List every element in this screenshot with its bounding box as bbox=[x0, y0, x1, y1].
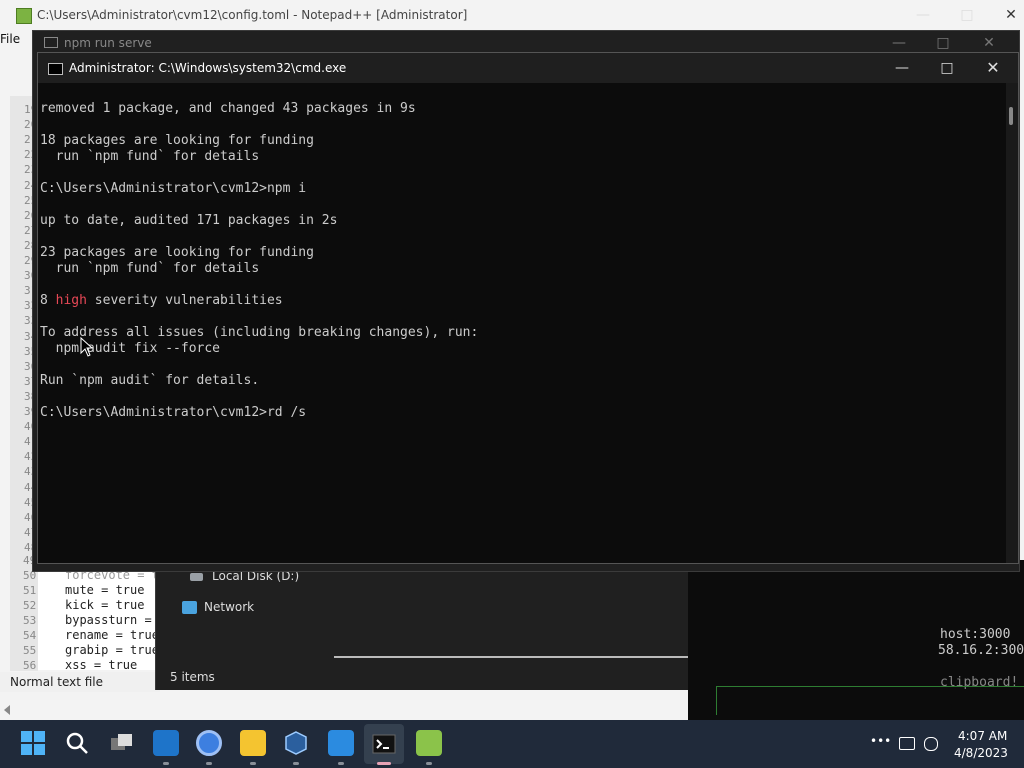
scroll-left-icon[interactable] bbox=[4, 705, 10, 715]
item-count: 5 items bbox=[170, 670, 215, 684]
cmd-line: run `npm fund` for details bbox=[40, 261, 260, 276]
clock-time[interactable]: 4:07 AM bbox=[958, 729, 1007, 743]
code-line-number: 55 bbox=[23, 644, 37, 657]
cmd-title: Administrator: C:\Windows\system32\cmd.e… bbox=[69, 61, 347, 75]
cmd-line: 23 packages are looking for funding bbox=[40, 245, 314, 260]
notepadpp-minimize-button[interactable]: — bbox=[900, 0, 946, 30]
network-icon bbox=[182, 601, 197, 614]
notepadpp-title: C:\Users\Administrator\cvm12\config.toml… bbox=[37, 8, 468, 22]
code-line-number: 53 bbox=[23, 614, 37, 627]
running-indicator bbox=[426, 762, 432, 765]
file-explorer-icon[interactable] bbox=[240, 730, 266, 756]
start-icon[interactable] bbox=[20, 730, 46, 756]
console-line: host:3000 bbox=[940, 627, 1011, 642]
virtualbox-icon[interactable] bbox=[283, 730, 309, 756]
cmd-line: C:\Users\Administrator\cvm12>npm i bbox=[40, 181, 307, 196]
code-line: rename = true bbox=[65, 628, 159, 642]
terminal-taskbar-button[interactable] bbox=[364, 724, 404, 764]
cmd-line: 8 high severity vulnerabilities bbox=[40, 293, 283, 309]
overflow-icon[interactable]: ••• bbox=[870, 734, 891, 748]
running-indicator bbox=[293, 762, 299, 765]
running-indicator bbox=[338, 762, 344, 765]
task-view-icon[interactable] bbox=[109, 730, 135, 756]
file-type-label: Normal text file bbox=[10, 675, 104, 689]
drive-icon bbox=[190, 573, 203, 581]
cmd-titlebar[interactable]: Administrator: C:\Windows\system32\cmd.e… bbox=[38, 53, 1018, 83]
code-line-number: 52 bbox=[23, 599, 37, 612]
code-line-number: 54 bbox=[23, 629, 37, 642]
search-icon[interactable] bbox=[64, 730, 90, 756]
chrome-icon[interactable] bbox=[196, 730, 222, 756]
cmd-maximize-button[interactable]: □ bbox=[924, 53, 970, 83]
code-line: mute = true bbox=[65, 583, 145, 597]
cmd-output[interactable]: removed 1 package, and changed 43 packag… bbox=[38, 83, 1006, 563]
code-line-number: 51 bbox=[23, 584, 37, 597]
cmd-close-button[interactable]: ✕ bbox=[970, 53, 1016, 83]
cmd-scrollbar[interactable] bbox=[1006, 83, 1018, 563]
active-indicator bbox=[377, 762, 391, 765]
cmd-line: 18 packages are looking for funding bbox=[40, 133, 314, 148]
cmd-line: C:\Users\Administrator\cvm12>rd /s bbox=[40, 405, 307, 420]
running-indicator bbox=[163, 762, 169, 765]
running-indicator bbox=[250, 762, 256, 765]
taskbar: ••• 4:07 AM 4/8/2023 bbox=[0, 720, 1024, 768]
cmd-line: npm audit fix --force bbox=[40, 341, 221, 356]
clock-date[interactable]: 4/8/2023 bbox=[954, 746, 1008, 760]
cmd-line: Run `npm audit` for details. bbox=[40, 373, 260, 388]
cmd-line-text: severity vulnerabilities bbox=[86, 293, 283, 308]
terminal-icon bbox=[372, 734, 396, 754]
notepadpp-horizontal-scrollbar[interactable] bbox=[0, 700, 688, 720]
cmd-line: run `npm fund` for details bbox=[40, 149, 260, 164]
remote-desktop-icon[interactable] bbox=[328, 730, 354, 756]
background-console: host:3000 58.16.2:300 clipboard! bbox=[688, 560, 1024, 720]
notepadpp-statusbar: Normal text file bbox=[0, 672, 160, 692]
code-line: kick = true bbox=[65, 598, 145, 612]
cmd-line: To address all issues (including breakin… bbox=[40, 325, 479, 340]
notepadpp-icon bbox=[16, 8, 32, 24]
notepadpp-titlebar[interactable]: C:\Users\Administrator\cvm12\config.toml… bbox=[0, 0, 1024, 32]
display-icon[interactable] bbox=[899, 737, 915, 750]
code-line: bypassturn = bbox=[65, 613, 152, 627]
vscode-icon[interactable] bbox=[153, 730, 179, 756]
notepadpp-maximize-button[interactable]: □ bbox=[944, 0, 990, 30]
cmd-line: removed 1 package, and changed 43 packag… bbox=[40, 101, 416, 116]
notepadpp-close-button[interactable]: ✕ bbox=[988, 0, 1024, 30]
cmd-icon bbox=[48, 63, 63, 75]
console-line: 58.16.2:300 bbox=[938, 643, 1024, 658]
terminal-icon bbox=[44, 37, 58, 48]
running-indicator bbox=[206, 762, 212, 765]
cmd-line: up to date, audited 171 packages in 2s bbox=[40, 213, 338, 228]
code-line-number: 56 bbox=[23, 659, 37, 672]
code-line: grabip = true bbox=[65, 643, 159, 657]
code-line: xss = true bbox=[65, 658, 138, 672]
console-border bbox=[716, 686, 1024, 715]
cmd-minimize-button[interactable]: — bbox=[879, 53, 925, 83]
nav-item-label: Network bbox=[204, 600, 255, 614]
npm-serve-title: npm run serve bbox=[64, 36, 152, 50]
severity-highlight: high bbox=[55, 293, 87, 308]
notepadpp-icon[interactable] bbox=[416, 730, 442, 756]
network-status-icon[interactable] bbox=[924, 737, 938, 751]
cmd-scroll-thumb[interactable] bbox=[1009, 107, 1013, 125]
cmd-window: Administrator: C:\Windows\system32\cmd.e… bbox=[37, 52, 1019, 564]
mouse-cursor-icon bbox=[80, 337, 94, 357]
cmd-line-text: 8 bbox=[40, 293, 56, 308]
nav-item-network[interactable]: Network bbox=[182, 600, 382, 618]
